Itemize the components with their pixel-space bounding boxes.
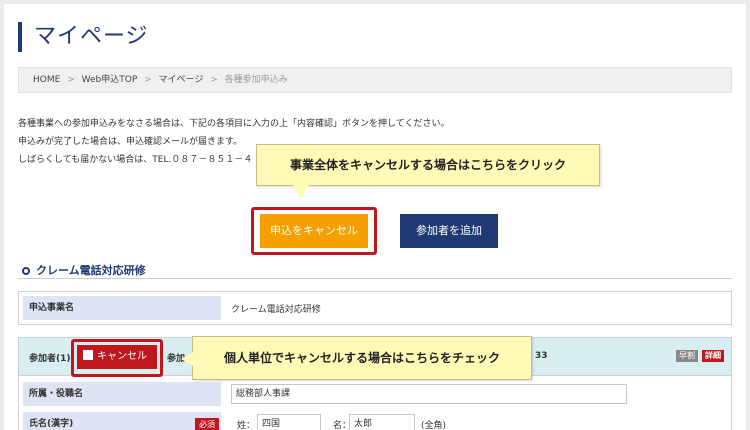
event-name-label: 申込事業名 [23, 296, 221, 320]
callout-cancel-all: 事業全体をキャンセルする場合はこちらをクリック [256, 144, 600, 199]
fullwidth-note: (全角) [421, 421, 447, 430]
breadcrumb-webtop-link[interactable]: Web申込TOP [82, 75, 138, 85]
intro-line-1: 各種事業への参加申込みをなさる場合は、下記の各項目に入力の上「内容確認」ボタンを… [18, 119, 450, 129]
participant-form: 所属・役職名 総務部人事課 氏名(漢字) 必須 姓： 四国 名： 太郎 (全角) [18, 375, 732, 430]
checkbox-icon[interactable] [83, 350, 93, 360]
participant-cancel-checkbox[interactable]: キャンセル [77, 345, 157, 369]
page-title: マイページ [18, 22, 149, 52]
callout-cancel-all-text: 事業全体をキャンセルする場合はこちらをクリック [289, 158, 566, 172]
participant-time-fragment: 33 [535, 351, 548, 361]
section-divider [18, 278, 732, 279]
cancel-application-button[interactable]: 申込をキャンセル [260, 214, 368, 248]
name-label: 氏名(漢字) [23, 412, 221, 430]
first-name-input[interactable]: 太郎 [349, 414, 415, 430]
last-name-label: 姓： [237, 421, 256, 430]
page-panel: マイページ HOME > Web申込TOP > マイページ > 各種参加申込み … [4, 4, 746, 430]
required-badge: 必須 [195, 418, 219, 430]
callout-tail [181, 352, 193, 366]
breadcrumb: HOME > Web申込TOP > マイページ > 各種参加申込み [18, 67, 732, 93]
callout-cancel-individual: 個人単位でキャンセルする場合はこちらをチェック [181, 336, 532, 380]
breadcrumb-mypage-link[interactable]: マイページ [159, 75, 204, 85]
detail-link-badge[interactable]: 詳細 [702, 350, 724, 362]
breadcrumb-separator: > [67, 75, 75, 85]
dept-label: 所属・役職名 [23, 382, 221, 406]
add-participant-button[interactable]: 参加者を追加 [400, 214, 498, 248]
last-name-input[interactable]: 四国 [257, 414, 321, 430]
participant-label: 参加者(1) [29, 354, 71, 364]
callout-tail [293, 185, 309, 199]
dept-input[interactable]: 総務部人事課 [231, 384, 627, 404]
breadcrumb-home-link[interactable]: HOME [33, 75, 60, 85]
breadcrumb-separator: > [210, 75, 218, 85]
early-discount-badge: 早割 [676, 350, 698, 362]
event-name-value: クレーム電話対応研修 [231, 305, 321, 315]
breadcrumb-separator: > [144, 75, 152, 85]
callout-cancel-individual-text: 個人単位でキャンセルする場合はこちらをチェック [223, 351, 500, 365]
name-row: 氏名(漢字) 必須 姓： 四国 名： 太郎 (全角) [19, 410, 733, 430]
section-title-text: クレーム電話対応研修 [36, 264, 146, 277]
circle-bullet-icon [22, 267, 30, 275]
dept-row: 所属・役職名 総務部人事課 [19, 380, 733, 408]
section-title: クレーム電話対応研修 [22, 262, 146, 278]
participant-cancel-label: キャンセル [97, 351, 147, 362]
event-name-row: 申込事業名 クレーム電話対応研修 [18, 291, 732, 325]
breadcrumb-current: 各種参加申込み [224, 75, 288, 85]
